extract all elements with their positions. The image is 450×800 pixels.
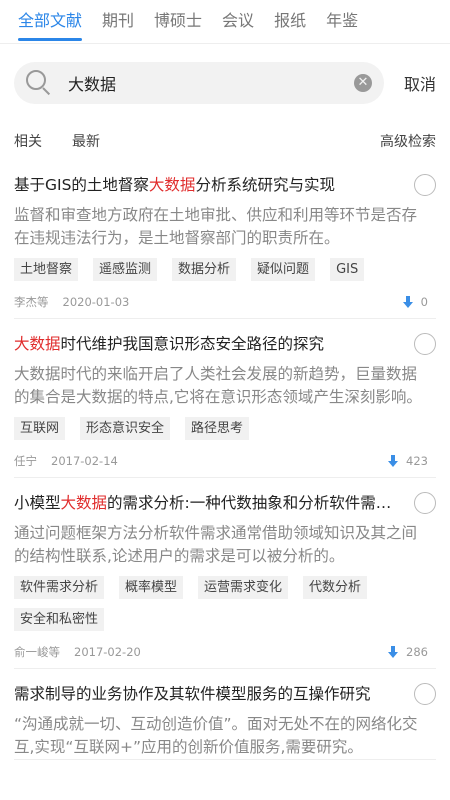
clear-icon[interactable]: ✕ — [353, 74, 372, 92]
search-input[interactable]: 大数据 ✕ — [14, 62, 384, 104]
cancel-button[interactable]: 取消 — [404, 71, 436, 95]
keyword-tags: 土地督察 遥感监测 数据分析 疑似问题 GIS — [14, 258, 436, 290]
keyword-tag[interactable]: 路径思考 — [185, 417, 250, 440]
select-checkbox[interactable] — [414, 683, 436, 705]
tab-journals[interactable]: 期刊 — [102, 8, 134, 34]
result-item[interactable]: 小模型大数据的需求分析:一种代数抽象和分析软件需求的方法 通过问题框架方法分析软… — [14, 478, 436, 669]
result-title[interactable]: 大数据时代维护我国意识形态安全路径的探究 — [14, 333, 400, 355]
keyword-tags: 互联网 形态意识安全 路径思考 — [14, 417, 436, 449]
tab-newspapers[interactable]: 报纸 — [274, 8, 306, 34]
result-item[interactable]: 基于GIS的土地督察大数据分析系统研究与实现 监督和审查地方政府在土地审批、供应… — [14, 160, 436, 319]
keyword-tag[interactable]: 概率模型 — [119, 576, 184, 599]
result-date: 2017-02-14 — [51, 454, 118, 468]
category-tabs: 全部文献 期刊 博硕士 会议 报纸 年鉴 — [0, 0, 450, 44]
keyword-tag[interactable]: 疑似问题 — [251, 258, 316, 281]
search-icon — [26, 70, 52, 96]
download-count: 0 — [420, 295, 428, 309]
keyword-tag[interactable]: 土地督察 — [14, 258, 79, 281]
result-title[interactable]: 小模型大数据的需求分析:一种代数抽象和分析软件需求的方法 — [14, 492, 400, 514]
keyword-tag[interactable]: 安全和私密性 — [14, 608, 105, 631]
result-item[interactable]: 大数据时代维护我国意识形态安全路径的探究 大数据时代的来临开启了人类社会发展的新… — [14, 319, 436, 478]
select-checkbox[interactable] — [414, 174, 436, 196]
tab-theses[interactable]: 博硕士 — [154, 8, 202, 34]
result-date: 2017-02-20 — [74, 645, 141, 659]
keyword-tag[interactable]: 代数分析 — [303, 576, 368, 599]
download-icon — [402, 296, 413, 308]
result-abstract: 监督和审查地方政府在土地审批、供应和利用等环节是否存在违规违法行为，是土地督察部… — [14, 206, 418, 247]
result-title[interactable]: 基于GIS的土地督察大数据分析系统研究与实现 — [14, 174, 400, 196]
result-author: 任宁 — [14, 454, 37, 468]
download-count: 423 — [406, 454, 428, 468]
keyword-tag[interactable]: 运营需求变化 — [198, 576, 289, 599]
select-checkbox[interactable] — [414, 492, 436, 514]
keyword-tag[interactable]: 形态意识安全 — [80, 417, 171, 440]
result-item[interactable]: 需求制导的业务协作及其软件模型服务的互操作研究 “沟通成就一切、互动创造价值”。… — [14, 669, 436, 760]
result-abstract: 通过问题框架方法分析软件需求通常借助领域知识及其之间的结构性联系,论述用户的需求… — [14, 524, 418, 565]
result-date: 2020-01-03 — [62, 295, 130, 309]
tab-all-literature[interactable]: 全部文献 — [18, 8, 83, 41]
result-list: 基于GIS的土地督察大数据分析系统研究与实现 监督和审查地方政府在土地审批、供应… — [0, 160, 450, 760]
sort-relevance[interactable]: 相关 — [14, 131, 42, 151]
result-abstract: 大数据时代的来临开启了人类社会发展的新趋势，巨量数据的集合是大数据的特点,它将在… — [14, 365, 422, 406]
search-query-text[interactable]: 大数据 — [68, 71, 354, 95]
keyword-tags: 软件需求分析 概率模型 运营需求变化 代数分析 安全和私密性 — [14, 576, 436, 640]
keyword-tag[interactable]: 互联网 — [14, 417, 66, 440]
result-author: 俞一峻等 — [14, 645, 60, 659]
download-icon — [388, 455, 399, 467]
tab-yearbooks[interactable]: 年鉴 — [326, 8, 358, 34]
sort-bar: 相关 最新 高级检索 — [0, 122, 450, 160]
search-bar: 大数据 ✕ 取消 — [0, 44, 450, 122]
keyword-tag[interactable]: 遥感监测 — [93, 258, 158, 281]
advanced-search-link[interactable]: 高级检索 — [380, 131, 436, 151]
result-abstract: “沟通成就一切、互动创造价值”。面对无处不在的网络化交互,实现“互联网+”应用的… — [14, 715, 418, 756]
result-meta: 俞一峻等 2017-02-20 286 — [14, 640, 436, 668]
result-author: 李杰等 — [14, 295, 49, 309]
select-checkbox[interactable] — [414, 333, 436, 355]
keyword-tag[interactable]: 软件需求分析 — [14, 576, 105, 599]
result-meta: 李杰等 2020-01-03 0 — [14, 290, 436, 318]
result-meta: 任宁 2017-02-14 423 — [14, 449, 436, 477]
tab-conferences[interactable]: 会议 — [222, 8, 254, 34]
download-icon — [388, 646, 399, 658]
result-title[interactable]: 需求制导的业务协作及其软件模型服务的互操作研究 — [14, 683, 400, 705]
keyword-tag[interactable]: GIS — [330, 258, 365, 281]
keyword-tag[interactable]: 数据分析 — [172, 258, 237, 281]
download-count: 286 — [406, 645, 428, 659]
sort-newest[interactable]: 最新 — [72, 131, 100, 151]
